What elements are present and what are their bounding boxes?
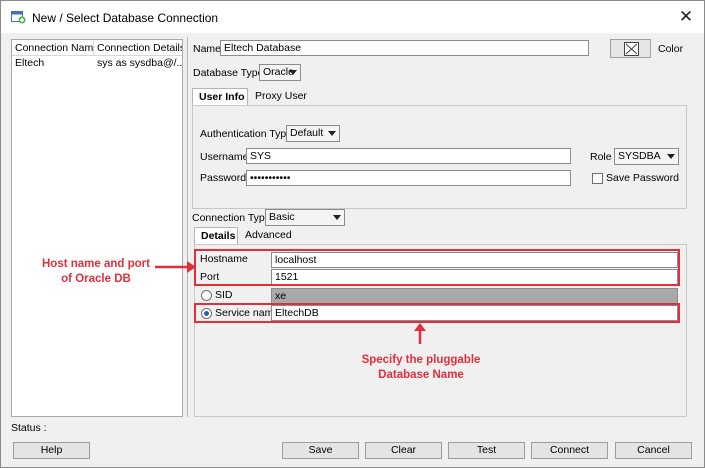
sid-radio[interactable] — [201, 290, 212, 301]
connect-button[interactable]: Connect — [531, 442, 608, 459]
service-annotation: Specify the pluggable Database Name — [361, 354, 481, 381]
tab-advanced[interactable]: Advanced — [239, 227, 298, 244]
splitter[interactable] — [187, 37, 188, 417]
test-button[interactable]: Test — [448, 442, 525, 459]
database-type-label: Database Type — [193, 67, 264, 79]
host-port-highlight — [194, 249, 680, 286]
connection-name-cell: Eltech — [15, 57, 45, 69]
dropdown-arrow-icon — [289, 70, 297, 75]
cancel-button[interactable]: Cancel — [615, 442, 692, 459]
tab-details[interactable]: Details — [194, 227, 238, 244]
close-icon[interactable]: ✕ — [676, 7, 696, 27]
dropdown-arrow-icon — [667, 154, 675, 159]
host-port-annotation: Host name and port of Oracle DB — [42, 258, 150, 285]
name-field[interactable]: Eltech Database — [220, 40, 589, 56]
database-connection-icon — [11, 10, 26, 24]
authentication-type-value: Default — [290, 127, 324, 139]
color-picker-icon — [624, 42, 639, 56]
save-button[interactable]: Save — [282, 442, 359, 459]
column-connection-details[interactable]: Connection Details — [94, 40, 182, 55]
username-field[interactable]: SYS — [246, 148, 571, 164]
service-name-highlight — [194, 303, 680, 323]
sid-field[interactable]: xe — [271, 288, 678, 304]
dropdown-arrow-icon — [328, 131, 336, 136]
role-label: Role — [590, 151, 612, 163]
name-label: Name — [193, 43, 222, 55]
username-label: Username — [200, 151, 249, 163]
tab-proxy-user[interactable]: Proxy User — [249, 88, 313, 105]
connection-list-header: Connection Name Connection Details — [12, 40, 182, 56]
password-label: Password — [200, 172, 247, 184]
clear-button[interactable]: Clear — [365, 442, 442, 459]
authentication-type-select[interactable]: Default — [286, 125, 340, 142]
connection-dialog: New / Select Database Connection ✕ Conne… — [0, 0, 705, 468]
connection-type-value: Basic — [269, 211, 295, 223]
role-select[interactable]: SYSDBA — [614, 148, 679, 165]
connection-list[interactable]: Connection Name Connection Details Eltec… — [11, 39, 183, 417]
save-password-label: Save Password — [606, 172, 679, 184]
color-button[interactable] — [610, 39, 651, 58]
window-title: New / Select Database Connection — [32, 11, 219, 25]
role-value: SYSDBA — [618, 150, 661, 162]
color-label: Color — [658, 43, 684, 55]
connection-type-select[interactable]: Basic — [265, 209, 345, 226]
save-password-checkbox[interactable] — [592, 173, 603, 184]
list-item[interactable]: Eltech sys as sysdba@/... — [12, 56, 182, 70]
connection-details-cell: sys as sysdba@/... — [97, 57, 182, 69]
help-button[interactable]: Help — [13, 442, 90, 459]
dropdown-arrow-icon — [333, 215, 341, 220]
annotation-arrow-icon — [414, 323, 426, 344]
database-type-select[interactable]: Oracle — [259, 64, 301, 81]
title-bar: New / Select Database Connection ✕ — [1, 1, 704, 33]
status-label: Status : — [11, 422, 47, 434]
tab-user-info[interactable]: User Info — [192, 88, 248, 105]
password-field[interactable]: ••••••••••• — [246, 170, 571, 186]
column-connection-name[interactable]: Connection Name — [12, 40, 94, 55]
dialog-body: Connection Name Connection Details Eltec… — [1, 33, 704, 467]
annotation-arrow-icon — [155, 261, 196, 273]
authentication-type-label: Authentication Type — [200, 128, 293, 140]
connection-type-label: Connection Type — [192, 212, 271, 224]
sid-label: SID — [215, 289, 233, 301]
